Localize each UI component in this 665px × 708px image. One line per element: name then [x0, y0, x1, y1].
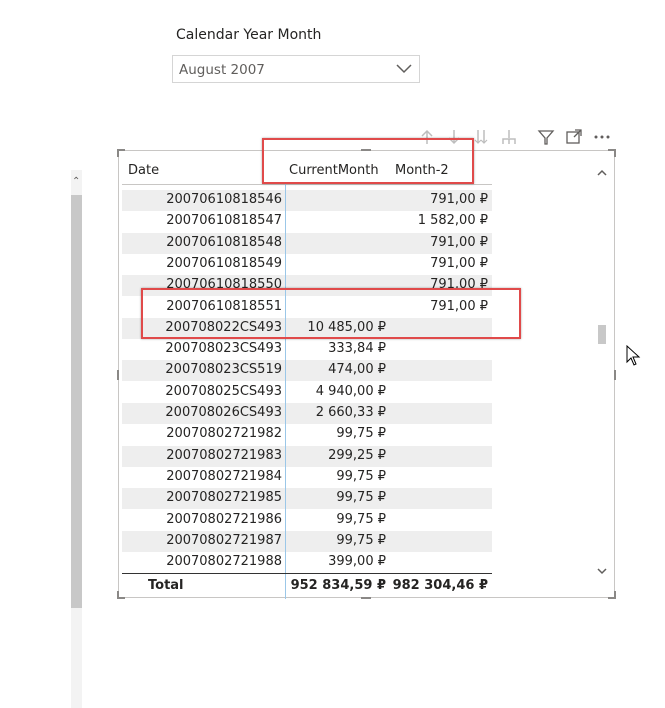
calendar-year-month-dropdown[interactable]: August 2007 — [172, 55, 420, 83]
cell-currentmonth: 2 660,33 ₽ — [315, 405, 386, 420]
table-row[interactable]: 20070610818546 791,00 ₽ — [122, 190, 492, 211]
cell-date: 20070802721982 — [166, 426, 282, 442]
cell-currentmonth: 474,00 ₽ — [328, 362, 386, 378]
total-month-2: 982 304,46 ₽ — [392, 578, 488, 593]
cell-date: 20070802721986 — [166, 511, 282, 527]
table-row[interactable]: 200708023CS519 474,00 ₽ — [122, 360, 492, 382]
table-row[interactable]: 20070610818547 1 582,00 ₽ — [122, 211, 492, 232]
cell-currentmonth: 99,75 ₽ — [336, 511, 386, 527]
total-row: Total 952 834,59 ₽ 982 304,46 ₽ — [122, 573, 492, 595]
cell-date: 20070802721984 — [166, 468, 282, 484]
total-currentmonth: 952 834,59 ₽ — [290, 578, 386, 593]
cell-date: 20070802721988 — [166, 554, 282, 570]
cell-currentmonth: 99,75 ₽ — [336, 468, 386, 484]
cell-currentmonth: 99,75 ₽ — [336, 532, 386, 548]
cell-date: 200708023CS519 — [165, 362, 282, 378]
highlight-box-rows — [141, 288, 521, 339]
highlight-box-column-headers — [262, 138, 474, 184]
chevron-down-icon[interactable] — [395, 60, 413, 76]
drill-down-icon[interactable] — [500, 128, 518, 146]
cell-date: 20070802721985 — [166, 490, 282, 506]
expand-all-icon[interactable] — [472, 128, 490, 146]
filter-icon[interactable] — [537, 128, 555, 146]
chevron-down-icon[interactable] — [597, 561, 607, 575]
column-header-date[interactable]: Date — [128, 163, 159, 178]
table-scrollbar-thumb[interactable] — [598, 325, 606, 344]
table-row[interactable]: 20070802721988 399,00 ₽ — [122, 552, 492, 573]
more-options-icon[interactable] — [593, 128, 611, 146]
resize-handle[interactable] — [614, 370, 616, 380]
table-visual[interactable]: Date CurrentMonth Month-2 20070610818546… — [117, 149, 616, 599]
focus-mode-icon[interactable] — [565, 128, 583, 146]
cell-date: 20070610818548 — [166, 234, 282, 250]
cell-month-2: 791,00 ₽ — [430, 234, 488, 250]
column-separator — [285, 184, 286, 599]
table-row[interactable]: 20070610818548 791,00 ₽ — [122, 232, 492, 254]
cell-date: 20070802721987 — [166, 532, 282, 548]
table-row[interactable]: 20070802721982 99,75 ₽ — [122, 424, 492, 445]
resize-handle[interactable] — [614, 591, 616, 599]
table-row[interactable]: 200708025CS493 4 940,00 ₽ — [122, 382, 492, 403]
chevron-up-icon[interactable] — [597, 163, 607, 176]
cell-date: 20070802721983 — [166, 447, 282, 463]
table-row[interactable]: 20070802721985 99,75 ₽ — [122, 488, 492, 510]
page-scrollbar-thumb[interactable] — [71, 195, 82, 608]
cell-month-2: 791,00 ₽ — [430, 192, 488, 207]
resize-handle[interactable] — [117, 149, 119, 157]
table-row[interactable]: 20070802721987 99,75 ₽ — [122, 530, 492, 552]
table-row[interactable]: 20070802721984 99,75 ₽ — [122, 467, 492, 488]
cell-date: 20070610818547 — [166, 213, 282, 229]
cell-currentmonth: 4 940,00 ₽ — [315, 383, 386, 399]
cell-currentmonth: 99,75 ₽ — [336, 490, 386, 506]
resize-handle[interactable] — [614, 149, 616, 157]
cell-date: 200708026CS493 — [165, 405, 282, 420]
cell-currentmonth: 333,84 ₽ — [328, 341, 386, 357]
slicer-title: Calendar Year Month — [176, 27, 322, 43]
table-row[interactable]: 20070802721983 299,25 ₽ — [122, 445, 492, 467]
total-label: Total — [148, 578, 184, 593]
cell-date: 200708023CS493 — [165, 341, 282, 357]
resize-handle[interactable] — [361, 597, 371, 599]
cell-month-2: 791,00 ₽ — [430, 255, 488, 271]
table-row[interactable]: 20070802721986 99,75 ₽ — [122, 510, 492, 531]
cell-currentmonth: 399,00 ₽ — [328, 554, 386, 570]
table-row[interactable]: 200708026CS493 2 660,33 ₽ — [122, 403, 492, 424]
resize-handle[interactable] — [117, 591, 119, 599]
cell-date: 20070610818546 — [166, 192, 282, 207]
cell-currentmonth: 299,25 ₽ — [328, 447, 386, 463]
mouse-cursor-icon — [626, 344, 642, 367]
cell-date: 20070610818549 — [166, 255, 282, 271]
cell-date: 200708025CS493 — [165, 383, 282, 399]
cell-month-2: 1 582,00 ₽ — [417, 213, 488, 229]
table-row[interactable]: 200708023CS493 333,84 ₽ — [122, 339, 492, 360]
resize-handle[interactable] — [117, 370, 119, 380]
table-row[interactable]: 20070610818549 791,00 ₽ — [122, 254, 492, 275]
slicer-selected-value: August 2007 — [179, 62, 265, 78]
chevron-up-icon[interactable]: ⌃ — [72, 176, 80, 187]
cell-currentmonth: 99,75 ₽ — [336, 426, 386, 442]
